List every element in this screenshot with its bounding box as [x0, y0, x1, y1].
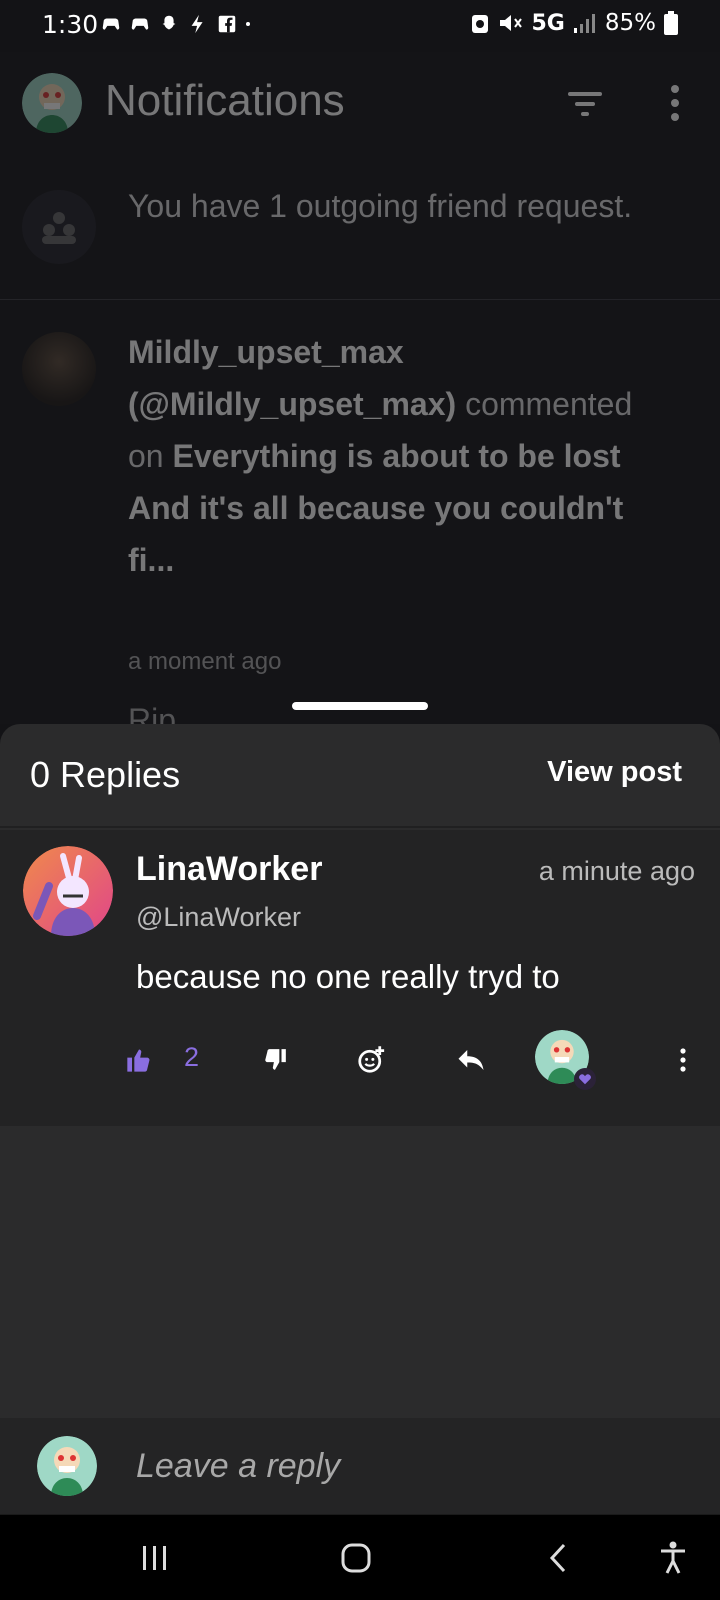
thumbs-up-icon: [127, 1049, 150, 1072]
user-avatar: [22, 332, 96, 406]
game-controller-icon: [102, 18, 120, 30]
home-button[interactable]: [326, 1535, 386, 1581]
reply-composer: [0, 1418, 720, 1514]
thumbs-down-icon: [265, 1049, 286, 1070]
recent-apps-button[interactable]: [125, 1535, 185, 1581]
replies-count: 0 Replies: [30, 754, 181, 795]
reply-arrow-icon: [458, 1050, 484, 1070]
more-vertical-icon: [680, 1048, 686, 1072]
friend-request-text: You have 1 outgoing friend request.: [128, 188, 633, 224]
status-notification-icons: [100, 13, 257, 35]
comment-notification[interactable]: Mildly_upset_max (@Mildly_upset_max) com…: [0, 322, 720, 738]
reply-input[interactable]: [136, 1438, 676, 1494]
lightning-icon: [191, 14, 203, 34]
my-avatar: [37, 1436, 97, 1496]
replies-sheet: 0 Replies View post LinaWorker a minute …: [0, 724, 720, 1514]
more-options-icon[interactable]: [662, 80, 688, 126]
facebook-icon: [218, 15, 236, 33]
view-post-button[interactable]: View post: [547, 756, 682, 789]
comment-timestamp: a minute ago: [538, 856, 695, 886]
back-icon: [549, 1543, 566, 1573]
author-handle[interactable]: @LinaWorker: [136, 902, 301, 933]
author-avatar[interactable]: [23, 846, 113, 936]
mute-icon: [499, 15, 522, 31]
game-controller-icon: [131, 18, 149, 30]
sheet-header: 0 Replies View post: [0, 724, 720, 828]
sheet-drag-handle[interactable]: [292, 702, 428, 710]
profile-avatar[interactable]: [22, 73, 82, 133]
comment-card: LinaWorker a minute ago @LinaWorker beca…: [0, 830, 720, 1126]
network-type: 5G: [531, 10, 565, 36]
back-button[interactable]: [528, 1535, 588, 1581]
system-nav-bar: [0, 1514, 720, 1600]
comment-time: a moment ago: [128, 648, 282, 675]
home-icon: [341, 1543, 371, 1573]
friend-request-notification[interactable]: You have 1 outgoing friend request.: [0, 180, 720, 300]
notifications-header: Notifications: [0, 70, 720, 140]
heart-icon: [579, 1074, 591, 1085]
dislike-button[interactable]: [258, 1030, 292, 1090]
add-reaction-button[interactable]: [354, 1030, 388, 1090]
comment-notification-text: Mildly_upset_max (@Mildly_upset_max) com…: [128, 326, 668, 586]
friends-group-icon: [22, 190, 96, 264]
dot-icon: [246, 22, 250, 26]
comment-user: Mildly_upset_max (@Mildly_upset_max): [128, 334, 457, 422]
like-count: 2: [184, 1042, 200, 1072]
status-right-group: 5G 85%: [470, 10, 678, 36]
recent-apps-icon: [143, 1546, 166, 1570]
add-emoji-icon: [358, 1046, 385, 1073]
battery-percent: 85%: [604, 10, 656, 36]
status-bar: 1:30 5G 85%: [0, 0, 720, 52]
comment-target: Everything is about to be lost And it's …: [128, 438, 624, 578]
accessibility-button[interactable]: [643, 1535, 703, 1581]
status-time: 1:30: [42, 10, 99, 39]
reply-button[interactable]: [453, 1030, 489, 1090]
heart-reaction-badge: [574, 1068, 596, 1090]
author-name[interactable]: LinaWorker: [136, 850, 322, 889]
notifications-screen: Notifications You have 1 outgoing friend…: [0, 52, 720, 738]
comment-actions: 2: [0, 1030, 720, 1100]
comment-body: because no one really tryd to: [136, 958, 560, 995]
page-title: Notifications: [105, 76, 345, 125]
snapchat-icon: [162, 15, 176, 30]
accessibility-icon: [661, 1541, 685, 1574]
alarm-icon: [471, 15, 488, 33]
signal-icon: [573, 14, 595, 33]
like-button[interactable]: [122, 1030, 156, 1090]
battery-icon: [664, 11, 678, 35]
comment-more-button[interactable]: [668, 1030, 698, 1090]
filter-icon[interactable]: [566, 88, 606, 120]
